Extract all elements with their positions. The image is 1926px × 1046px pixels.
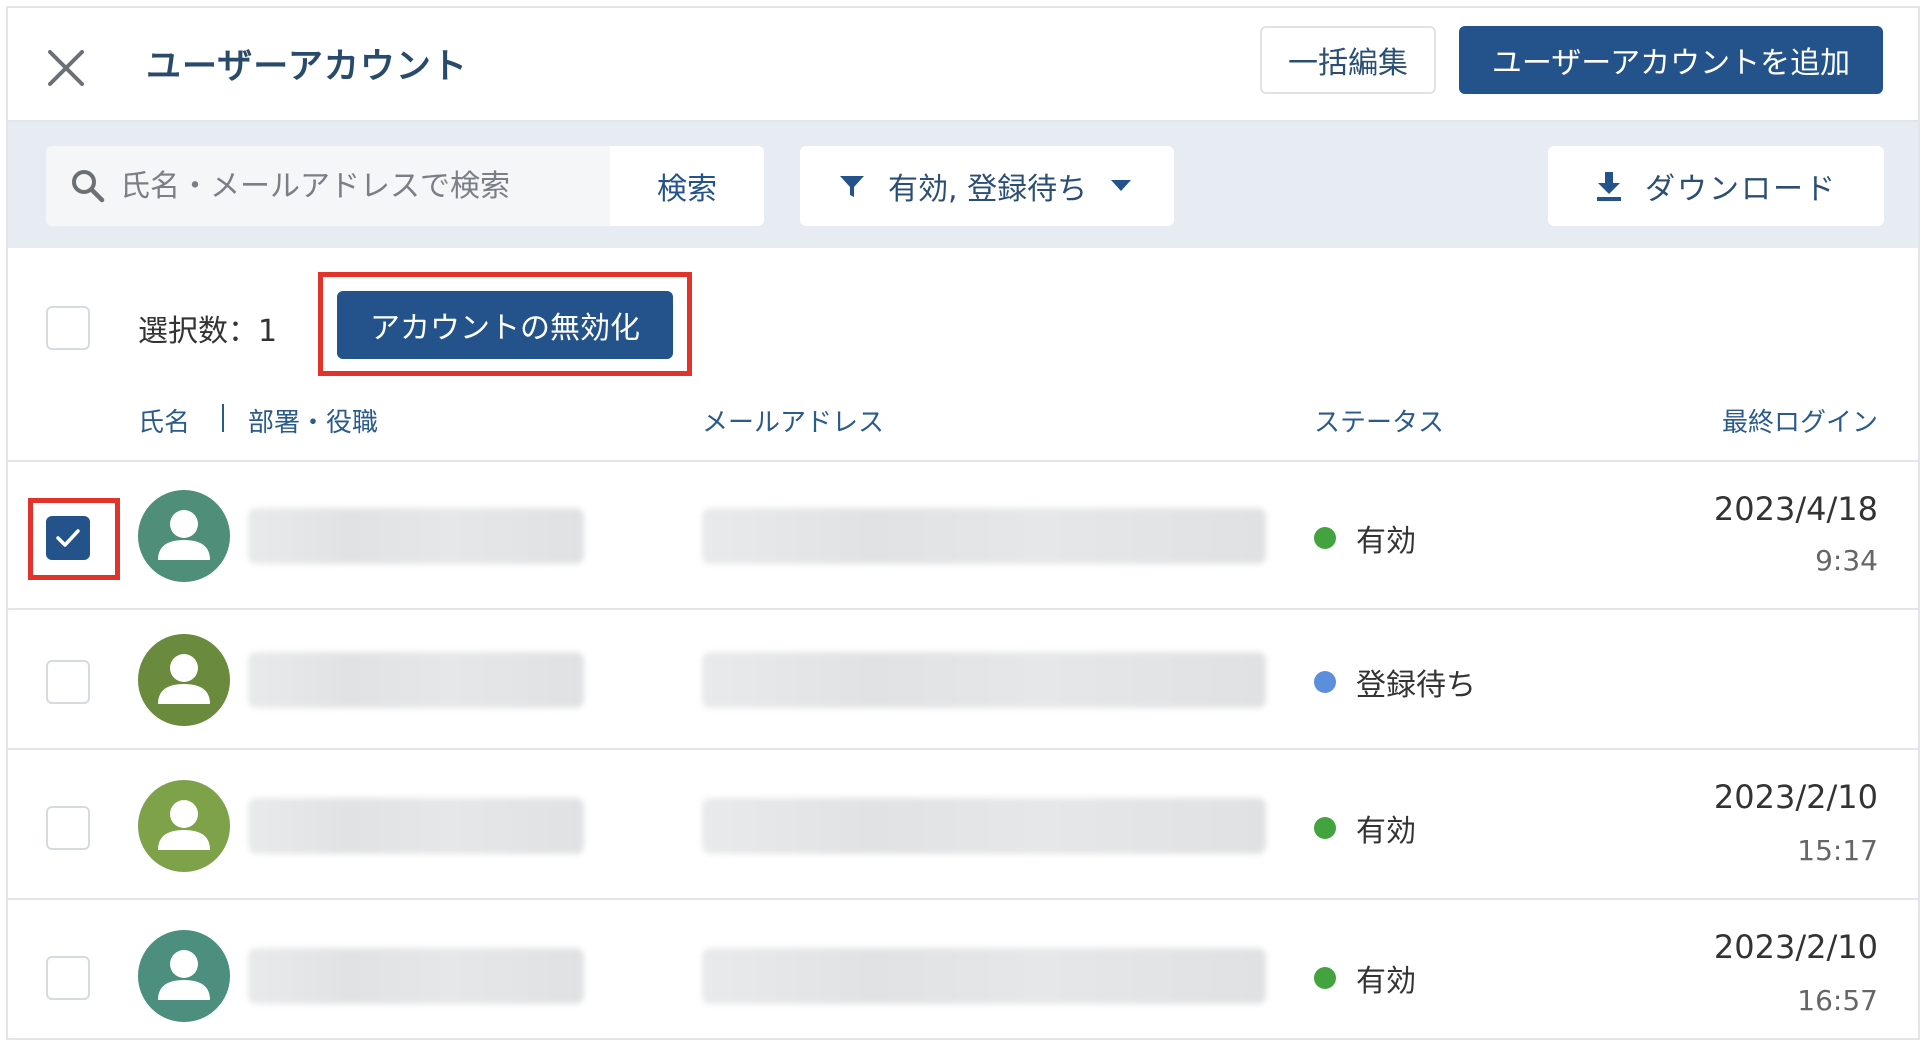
- status-cell: 有効: [1314, 956, 1416, 1000]
- status-dot: [1314, 817, 1336, 839]
- email-redacted: [702, 652, 1266, 708]
- last-login-date: 2023/2/10: [1713, 928, 1878, 966]
- email-redacted: [702, 798, 1266, 854]
- download-button[interactable]: ダウンロード: [1548, 146, 1884, 226]
- table-row[interactable]: 有効 2023/2/10 16:57: [8, 900, 1918, 1038]
- panel-header: ユーザーアカウント 一括編集 ユーザーアカウントを追加: [8, 8, 1918, 122]
- name-redacted: [248, 508, 584, 564]
- status-filter-dropdown[interactable]: 有効, 登録待ち: [800, 146, 1174, 226]
- avatar: [138, 490, 230, 582]
- column-header-status[interactable]: ステータス: [1314, 402, 1444, 439]
- status-dot: [1314, 671, 1336, 693]
- chevron-down-icon: [1111, 180, 1132, 191]
- select-all-checkbox[interactable]: [46, 306, 90, 350]
- table-row[interactable]: 登録待ち: [8, 610, 1918, 750]
- status-text: 有効: [1356, 524, 1416, 559]
- search-icon: [72, 170, 105, 203]
- email-redacted: [702, 948, 1266, 1004]
- avatar: [138, 930, 230, 1022]
- column-header-last-login[interactable]: 最終ログイン: [1722, 402, 1878, 439]
- last-login-date: 2023/4/18: [1713, 490, 1878, 528]
- column-header-name[interactable]: 氏名: [138, 402, 190, 439]
- email-redacted: [702, 508, 1266, 564]
- page-title: ユーザーアカウント: [146, 47, 468, 87]
- last-login-time: 9:34: [1815, 544, 1878, 577]
- user-icon: [158, 800, 210, 850]
- close-icon: [48, 50, 84, 86]
- avatar: [138, 634, 230, 726]
- column-header-separator: [222, 404, 224, 432]
- row-checkbox[interactable]: [46, 660, 90, 704]
- status-dot: [1314, 967, 1336, 989]
- add-account-button[interactable]: ユーザーアカウントを追加: [1459, 26, 1883, 94]
- column-header-department[interactable]: 部署・役職: [248, 402, 378, 439]
- close-button[interactable]: [46, 48, 86, 88]
- table-row[interactable]: 有効 2023/4/18 9:34: [8, 462, 1918, 610]
- avatar: [138, 780, 230, 872]
- table-row[interactable]: 有効 2023/2/10 15:17: [8, 750, 1918, 900]
- row-checkbox[interactable]: [46, 516, 90, 560]
- download-label: ダウンロード: [1645, 172, 1837, 207]
- filter-icon: [840, 176, 864, 197]
- name-redacted: [248, 652, 584, 708]
- user-icon: [158, 654, 210, 704]
- user-icon: [158, 510, 210, 560]
- deactivate-highlight: アカウントの無効化: [318, 272, 692, 376]
- last-login-date: 2023/2/10: [1713, 778, 1878, 816]
- deactivate-account-button[interactable]: アカウントの無効化: [337, 291, 673, 359]
- toolbar: 検索 有効, 登録待ち ダウンロード: [8, 122, 1918, 248]
- last-login-time: 15:17: [1797, 834, 1878, 867]
- bulk-edit-button[interactable]: 一括編集: [1260, 26, 1436, 94]
- last-login-time: 16:57: [1797, 984, 1878, 1017]
- search-field[interactable]: [46, 146, 610, 226]
- download-icon: [1597, 172, 1621, 201]
- status-cell: 登録待ち: [1314, 660, 1476, 704]
- search-input[interactable]: [120, 168, 590, 204]
- status-text: 有効: [1356, 814, 1416, 849]
- selection-count: 選択数：1: [138, 314, 278, 349]
- checkmark-icon: [56, 529, 80, 547]
- filter-label: 有効, 登録待ち: [888, 172, 1088, 207]
- user-icon: [158, 950, 210, 1000]
- status-text: 有効: [1356, 964, 1416, 999]
- search-button[interactable]: 検索: [610, 146, 764, 226]
- status-cell: 有効: [1314, 806, 1416, 850]
- status-text: 登録待ち: [1356, 668, 1476, 703]
- column-header-email[interactable]: メールアドレス: [702, 402, 884, 439]
- name-redacted: [248, 798, 584, 854]
- user-accounts-panel: ユーザーアカウント 一括編集 ユーザーアカウントを追加 検索 有効, 登録待ち: [6, 6, 1920, 1040]
- row-checkbox[interactable]: [46, 956, 90, 1000]
- search-box: 検索: [46, 146, 764, 226]
- row-checkbox[interactable]: [46, 806, 90, 850]
- status-cell: 有効: [1314, 516, 1416, 560]
- status-dot: [1314, 527, 1336, 549]
- name-redacted: [248, 948, 584, 1004]
